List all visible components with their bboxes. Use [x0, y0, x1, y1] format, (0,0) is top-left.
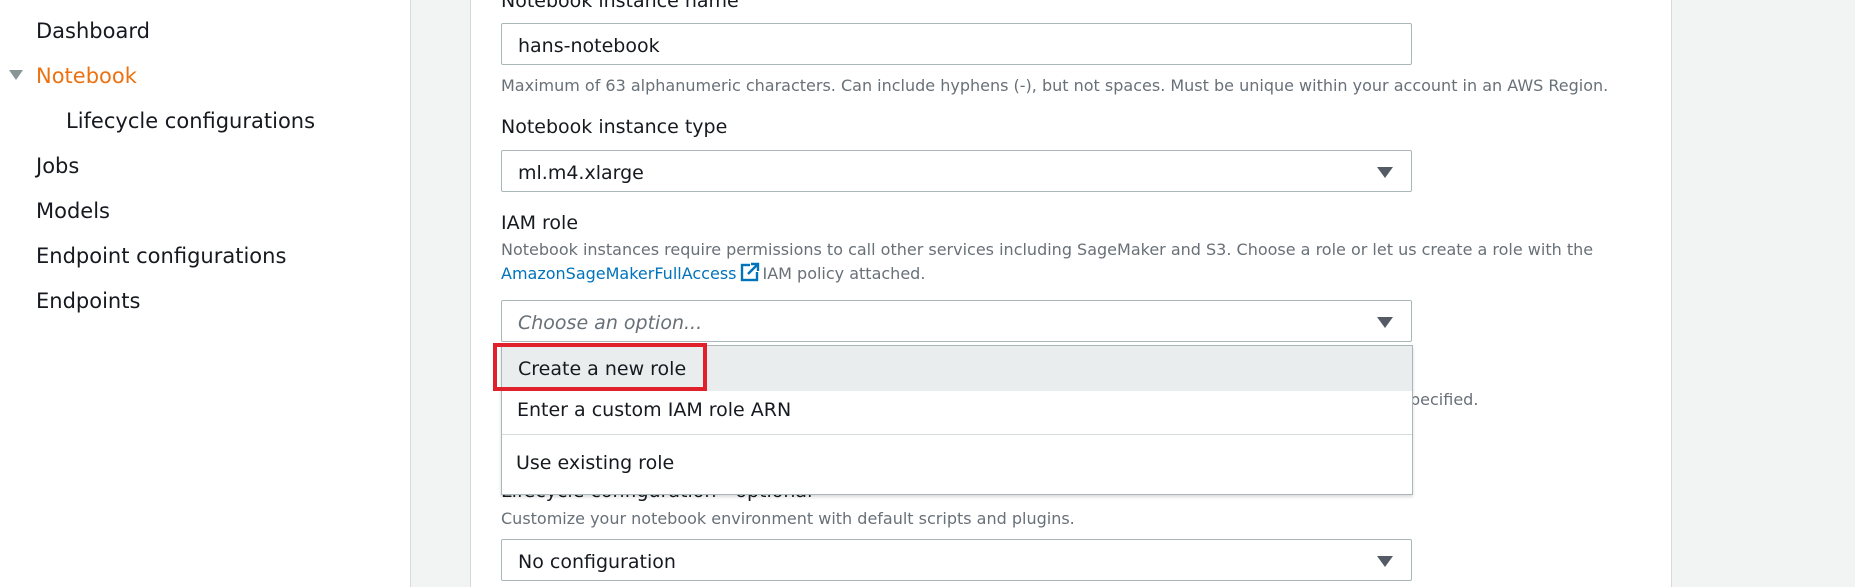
iam-role-hint-line2: AmazonSageMakerFullAccess IAM policy atta…: [501, 262, 925, 286]
option-custom-iam-role-arn-label[interactable]: Enter a custom IAM role ARN: [517, 401, 791, 420]
sidebar-item-jobs[interactable]: Jobs: [36, 156, 79, 177]
caret-down-icon[interactable]: [9, 70, 23, 80]
caret-down-icon: [1377, 556, 1393, 567]
caret-down-icon: [1377, 167, 1393, 178]
sidebar-item-dashboard[interactable]: Dashboard: [36, 21, 150, 42]
role-hint-tail: pecified.: [1410, 390, 1479, 409]
sidebar: Dashboard Notebook Lifecycle configurati…: [0, 0, 411, 587]
sidebar-item-models[interactable]: Models: [36, 201, 110, 222]
instance-type-value: ml.m4.xlarge: [518, 162, 644, 184]
instance-name-input[interactable]: hans-notebook: [501, 23, 1412, 65]
lifecycle-hint: Customize your notebook environment with…: [501, 509, 1075, 528]
external-link-icon[interactable]: [740, 262, 760, 286]
highlight-annotation: [493, 343, 707, 391]
instance-type-select[interactable]: ml.m4.xlarge: [501, 150, 1412, 192]
instance-name-hint: Maximum of 63 alphanumeric characters. C…: [501, 76, 1609, 95]
sidebar-item-endpoints[interactable]: Endpoints: [36, 291, 140, 312]
policy-link[interactable]: AmazonSageMakerFullAccess: [501, 264, 736, 283]
caret-down-icon: [1377, 317, 1393, 328]
option-use-existing-role-label[interactable]: Use existing role: [516, 454, 674, 473]
sidebar-item-notebook[interactable]: Notebook: [36, 66, 137, 87]
iam-role-label: IAM role: [501, 212, 579, 234]
instance-type-label: Notebook instance type: [501, 116, 728, 138]
iam-role-select[interactable]: Choose an option...: [501, 300, 1412, 342]
instance-name-label: Notebook instance name: [501, 0, 739, 12]
policy-suffix: IAM policy attached.: [762, 264, 926, 283]
sidebar-item-endpoint-configurations[interactable]: Endpoint configurations: [36, 246, 286, 267]
lifecycle-select[interactable]: No configuration: [501, 539, 1412, 581]
iam-role-hint: Notebook instances require permissions t…: [501, 240, 1594, 259]
instance-name-value: hans-notebook: [518, 35, 660, 57]
sidebar-item-lifecycle-configurations[interactable]: Lifecycle configurations: [66, 111, 315, 132]
iam-role-placeholder: Choose an option...: [518, 312, 703, 334]
lifecycle-value: No configuration: [518, 551, 676, 573]
